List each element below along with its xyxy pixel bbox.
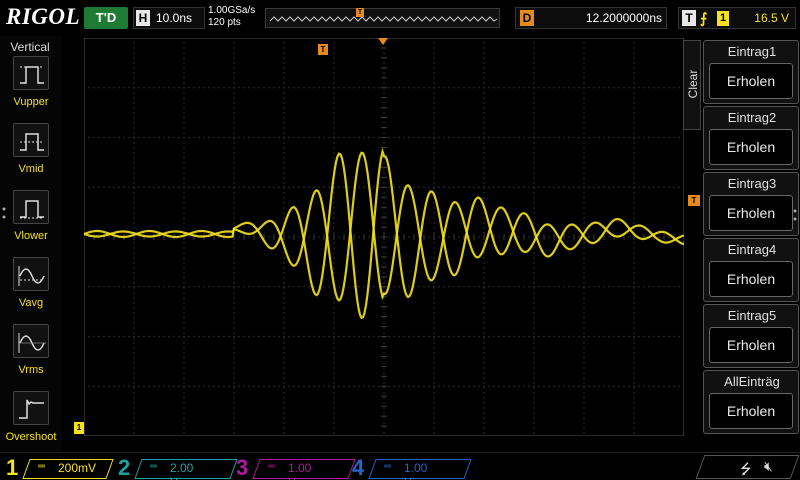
channel-number: 2 bbox=[118, 455, 131, 480]
recover-button[interactable]: Erholen bbox=[709, 261, 793, 297]
channel-scale: 1.00 V bbox=[404, 461, 428, 480]
memory-overview-waveform-icon bbox=[269, 16, 498, 22]
menu-entry-title: Eintrag2 bbox=[727, 110, 777, 125]
vrms-icon bbox=[13, 324, 49, 358]
channel-number: 3 bbox=[236, 455, 249, 480]
menu-entry-3[interactable]: Eintrag3 Erholen bbox=[703, 172, 799, 236]
measure-vlower[interactable]: Vlower bbox=[0, 190, 62, 256]
vupper-icon bbox=[13, 56, 49, 90]
channel1-ground-marker[interactable]: 1 bbox=[74, 422, 84, 434]
channel-number: 4 bbox=[352, 455, 365, 480]
recover-button[interactable]: Erholen bbox=[709, 129, 793, 165]
dc-coupling-icon: ═ bbox=[38, 461, 46, 472]
dc-coupling-icon: ═ bbox=[268, 461, 276, 472]
measure-category-title: Vertical bbox=[10, 40, 50, 54]
measure-label: Vmid bbox=[18, 163, 44, 175]
menu-entry-2[interactable]: Eintrag2 Erholen bbox=[703, 106, 799, 170]
menu-entry-title: Eintrag4 bbox=[727, 242, 777, 257]
menu-entry-5[interactable]: Eintrag5 Erholen bbox=[703, 304, 799, 368]
menu-entry-title: Eintrag1 bbox=[727, 44, 777, 59]
memory-overview-bar[interactable] bbox=[265, 8, 500, 28]
vmid-icon bbox=[13, 123, 49, 157]
usb-icon: ⭍ bbox=[740, 461, 752, 477]
channel-scale: 200mV bbox=[58, 461, 97, 475]
trigger-source: 1 bbox=[717, 11, 729, 26]
overshoot-icon bbox=[13, 391, 49, 425]
menu-entry-1[interactable]: Eintrag1 Erholen bbox=[703, 40, 799, 104]
brand-logo: RIGOL bbox=[6, 4, 81, 29]
channel-scale: 2.00 V bbox=[170, 461, 194, 480]
horizontal-timebase[interactable]: H 10.0ns bbox=[133, 7, 205, 29]
dc-coupling-icon: ═ bbox=[384, 461, 392, 472]
channel-number: 1 bbox=[6, 455, 19, 480]
menu-entry-4[interactable]: Eintrag4 Erholen bbox=[703, 238, 799, 302]
measure-label: Vupper bbox=[13, 96, 49, 108]
top-status-bar: RIGOL T'D H 10.0ns 1.00GSa/s 120 pts T D… bbox=[0, 0, 800, 36]
trigger-display[interactable]: T ⨍ 1 16.5 V bbox=[678, 7, 796, 29]
run-state-badge[interactable]: T'D bbox=[84, 7, 128, 29]
speaker-muted-icon[interactable]: 🔇︎ bbox=[764, 458, 773, 475]
dc-coupling-icon: ═ bbox=[150, 461, 158, 472]
measure-vupper[interactable]: Vupper bbox=[0, 56, 62, 122]
trigger-position-marker: T bbox=[318, 44, 328, 55]
horizontal-label: H bbox=[136, 10, 150, 26]
vlower-icon bbox=[13, 190, 49, 224]
trigger-label: T bbox=[682, 10, 696, 26]
timebase-value: 10.0ns bbox=[156, 11, 193, 25]
trigger-point-arrow-icon bbox=[378, 38, 388, 45]
measure-overshoot[interactable]: Overshoot bbox=[0, 391, 62, 457]
trigger-level: 16.5 V bbox=[754, 11, 789, 25]
recover-button[interactable]: Erholen bbox=[709, 393, 793, 429]
channel-scale: 1.00 V bbox=[288, 461, 312, 480]
menu-entry-title: Eintrag3 bbox=[727, 176, 777, 191]
vavg-icon bbox=[13, 257, 49, 291]
measure-label: Overshoot bbox=[5, 431, 57, 443]
rising-edge-icon: ⨍ bbox=[700, 10, 708, 26]
measure-vrms[interactable]: Vrms bbox=[0, 324, 62, 390]
recover-button[interactable]: Erholen bbox=[709, 63, 793, 99]
graticule bbox=[84, 38, 684, 436]
measure-vmid[interactable]: Vmid bbox=[0, 123, 62, 189]
recover-button[interactable]: Erholen bbox=[709, 195, 793, 231]
delay-display[interactable]: D 12.2000000ns bbox=[515, 7, 667, 29]
channel-status-bar: 1 ═ 200mV 2 ═ 2.00 V 3 ═ 1.00 V 4 ═ 1.00… bbox=[0, 452, 800, 480]
memory-points: 120 pts bbox=[208, 17, 241, 28]
menu-entry-all[interactable]: AllEinträg Erholen bbox=[703, 370, 799, 434]
sample-info: 1.00GSa/s 120 pts bbox=[208, 5, 255, 29]
clear-label: Clear bbox=[686, 69, 700, 99]
measure-vavg[interactable]: Vavg bbox=[0, 257, 62, 323]
trigger-position-marker: T bbox=[356, 8, 364, 17]
more-dots-icon bbox=[2, 207, 6, 219]
menu-entry-title: Eintrag5 bbox=[727, 308, 777, 323]
measure-label: Vavg bbox=[18, 297, 44, 309]
more-dots-icon bbox=[793, 209, 797, 221]
trigger-level-marker[interactable]: T bbox=[688, 195, 700, 206]
measure-sidebar: Vertical Vupper Vmid Vlower Vavg Vrms Ov bbox=[0, 36, 62, 452]
recover-button[interactable]: Erholen bbox=[709, 327, 793, 363]
clear-tab[interactable]: Clear bbox=[683, 40, 701, 130]
menu-entry-title: AllEinträg bbox=[724, 374, 780, 389]
softkey-menu: Eintrag1 Erholen Eintrag2 Erholen Eintra… bbox=[703, 36, 800, 436]
waveform-display[interactable] bbox=[84, 38, 684, 436]
delay-value: 12.2000000ns bbox=[585, 11, 662, 25]
delay-label: D bbox=[520, 10, 534, 26]
sample-rate: 1.00GSa/s bbox=[208, 5, 256, 16]
measure-label: Vlower bbox=[14, 230, 48, 242]
measure-label: Vrms bbox=[18, 364, 44, 376]
